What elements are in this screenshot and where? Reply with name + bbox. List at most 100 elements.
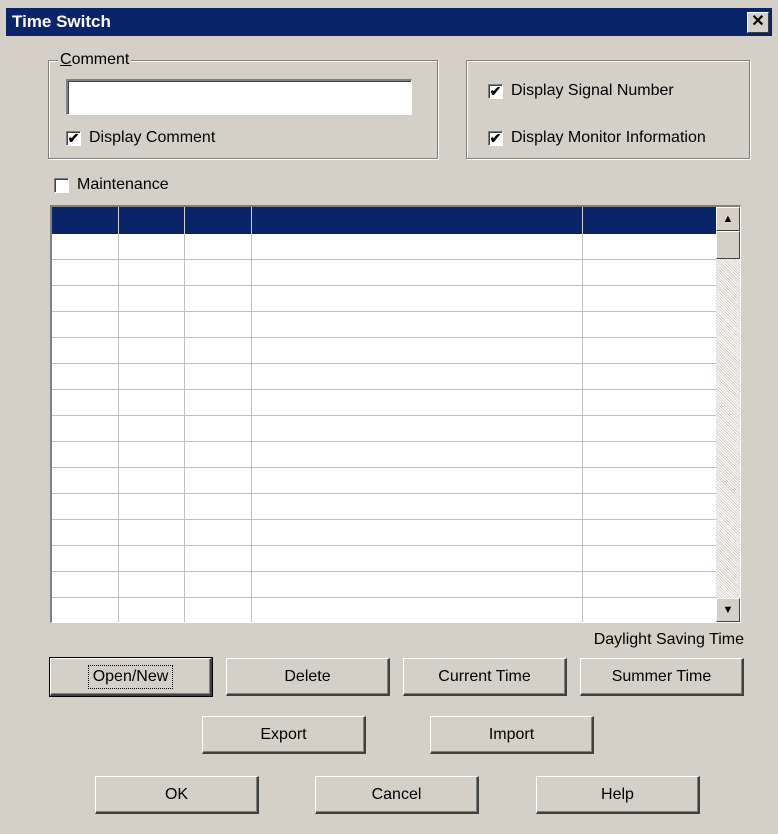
table-row[interactable]	[52, 416, 716, 442]
table-row[interactable]	[52, 572, 716, 598]
table-cell[interactable]	[52, 260, 119, 285]
grid-header-col-2[interactable]	[119, 207, 185, 234]
table-cell[interactable]	[52, 468, 119, 493]
scroll-down-icon[interactable]: ▼	[716, 598, 740, 622]
import-button[interactable]: Import	[430, 716, 594, 754]
delete-button[interactable]: Delete	[226, 658, 390, 696]
time-switch-grid[interactable]: ▲ ▼	[50, 205, 741, 623]
display-comment-box[interactable]: ✔	[66, 130, 81, 146]
current-time-button[interactable]: Current Time	[403, 658, 567, 696]
table-cell[interactable]	[252, 364, 583, 389]
table-cell[interactable]	[119, 390, 185, 415]
table-cell[interactable]	[252, 442, 583, 467]
table-cell[interactable]	[119, 468, 185, 493]
table-cell[interactable]	[52, 442, 119, 467]
table-cell[interactable]	[52, 390, 119, 415]
table-cell[interactable]	[185, 364, 252, 389]
table-cell[interactable]	[583, 260, 716, 285]
cancel-button[interactable]: Cancel	[315, 776, 479, 814]
table-row[interactable]	[52, 260, 716, 286]
table-cell[interactable]	[185, 598, 252, 622]
table-cell[interactable]	[185, 468, 252, 493]
maintenance-box[interactable]	[54, 177, 69, 193]
table-cell[interactable]	[185, 260, 252, 285]
table-cell[interactable]	[583, 546, 716, 571]
table-cell[interactable]	[252, 520, 583, 545]
table-cell[interactable]	[52, 494, 119, 519]
table-cell[interactable]	[52, 598, 119, 622]
table-cell[interactable]	[119, 494, 185, 519]
table-cell[interactable]	[185, 286, 252, 311]
table-cell[interactable]	[52, 286, 119, 311]
table-row[interactable]	[52, 520, 716, 546]
table-cell[interactable]	[52, 338, 119, 363]
export-button[interactable]: Export	[202, 716, 366, 754]
table-cell[interactable]	[119, 312, 185, 337]
table-row[interactable]	[52, 286, 716, 312]
table-row[interactable]	[52, 390, 716, 416]
table-cell[interactable]	[252, 546, 583, 571]
table-cell[interactable]	[52, 520, 119, 545]
table-cell[interactable]	[119, 598, 185, 622]
table-cell[interactable]	[252, 468, 583, 493]
table-cell[interactable]	[119, 260, 185, 285]
table-cell[interactable]	[185, 416, 252, 441]
table-cell[interactable]	[252, 260, 583, 285]
table-cell[interactable]	[52, 364, 119, 389]
table-row[interactable]	[52, 338, 716, 364]
summer-time-button[interactable]: Summer Time	[580, 658, 744, 696]
table-cell[interactable]	[583, 598, 716, 622]
table-cell[interactable]	[52, 572, 119, 597]
scroll-thumb[interactable]	[716, 231, 740, 259]
table-cell[interactable]	[583, 520, 716, 545]
display-comment-checkbox[interactable]: ✔ Display Comment	[66, 129, 215, 147]
table-row[interactable]	[52, 494, 716, 520]
scroll-up-icon[interactable]: ▲	[716, 207, 740, 231]
table-row[interactable]	[52, 312, 716, 338]
table-cell[interactable]	[185, 442, 252, 467]
table-cell[interactable]	[185, 520, 252, 545]
table-cell[interactable]	[583, 286, 716, 311]
ok-button[interactable]: OK	[95, 776, 259, 814]
grid-vertical-scrollbar[interactable]: ▲ ▼	[716, 207, 740, 622]
table-row[interactable]	[52, 546, 716, 572]
table-cell[interactable]	[252, 572, 583, 597]
table-cell[interactable]	[252, 286, 583, 311]
maintenance-checkbox[interactable]: Maintenance	[54, 176, 169, 194]
comment-input[interactable]	[66, 79, 412, 115]
table-row[interactable]	[52, 598, 716, 622]
table-cell[interactable]	[119, 546, 185, 571]
table-cell[interactable]	[185, 234, 252, 259]
display-monitor-information-box[interactable]: ✔	[488, 130, 503, 146]
table-cell[interactable]	[252, 390, 583, 415]
table-cell[interactable]	[252, 416, 583, 441]
table-cell[interactable]	[185, 338, 252, 363]
table-cell[interactable]	[583, 468, 716, 493]
table-cell[interactable]	[583, 364, 716, 389]
table-cell[interactable]	[119, 234, 185, 259]
table-row[interactable]	[52, 442, 716, 468]
table-cell[interactable]	[185, 494, 252, 519]
table-cell[interactable]	[252, 598, 583, 622]
open-new-button[interactable]: Open/New	[49, 657, 213, 697]
display-signal-number-box[interactable]: ✔	[488, 83, 503, 99]
table-cell[interactable]	[119, 442, 185, 467]
grid-header-col-5[interactable]	[583, 207, 716, 234]
table-cell[interactable]	[52, 416, 119, 441]
table-cell[interactable]	[119, 364, 185, 389]
table-cell[interactable]	[119, 286, 185, 311]
close-icon[interactable]: ✕	[747, 12, 769, 33]
table-cell[interactable]	[185, 312, 252, 337]
table-row[interactable]	[52, 234, 716, 260]
table-cell[interactable]	[119, 416, 185, 441]
table-cell[interactable]	[583, 572, 716, 597]
table-cell[interactable]	[52, 546, 119, 571]
grid-header-col-4[interactable]	[252, 207, 583, 234]
table-row[interactable]	[52, 364, 716, 390]
table-cell[interactable]	[252, 312, 583, 337]
table-cell[interactable]	[583, 442, 716, 467]
table-cell[interactable]	[52, 312, 119, 337]
table-cell[interactable]	[119, 520, 185, 545]
display-monitor-information-checkbox[interactable]: ✔ Display Monitor Information	[488, 129, 706, 147]
table-cell[interactable]	[583, 390, 716, 415]
